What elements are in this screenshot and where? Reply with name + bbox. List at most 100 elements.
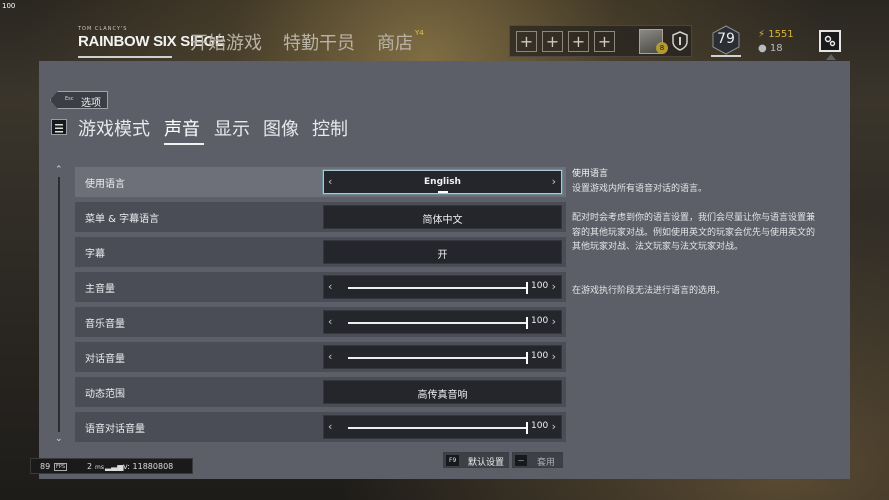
description-paragraph: 在游戏执行阶段无法进行语言的选用。 bbox=[572, 286, 726, 296]
slider-thumb[interactable] bbox=[526, 352, 528, 364]
chevron-left-icon[interactable]: ‹ bbox=[328, 420, 332, 433]
level-number: 79 bbox=[717, 31, 735, 47]
chevron-left-icon[interactable]: ‹ bbox=[328, 350, 332, 363]
setting-label: 音乐音量 bbox=[85, 319, 125, 330]
setting-label: 菜单 & 字幕语言 bbox=[85, 214, 160, 225]
top-bar: TOM CLANCY'S RAINBOW SIX SIEGE 开始游戏 特勤干员… bbox=[0, 0, 889, 62]
chevron-right-icon[interactable]: › bbox=[552, 280, 556, 293]
invite-slot-button[interactable]: + bbox=[594, 31, 615, 52]
music-volume-slider[interactable]: ‹ 100 › bbox=[323, 310, 562, 334]
dialogue-volume-slider[interactable]: ‹ 100 › bbox=[323, 345, 562, 369]
setting-row-subtitles[interactable]: 字幕 开 bbox=[75, 237, 566, 267]
language-selector[interactable]: ‹ English › bbox=[323, 170, 562, 194]
master-volume-slider[interactable]: ‹ 100 › bbox=[323, 275, 562, 299]
voice-chat-volume-slider[interactable]: ‹ 100 › bbox=[323, 415, 562, 439]
scrollbar[interactable]: ⌃ ⌄ bbox=[55, 165, 63, 444]
squad-panel: + + + + 8 bbox=[509, 25, 692, 57]
version-label: v: 11880808 bbox=[123, 462, 174, 471]
back-button[interactable]: Esc 选项 bbox=[50, 91, 108, 109]
slider-track[interactable] bbox=[348, 287, 528, 289]
slider-value: 100 bbox=[531, 351, 549, 361]
setting-row-voice-chat-volume[interactable]: 语音对话音量 ‹ 100 › bbox=[75, 412, 566, 442]
nav-operators-label: 特勤干员 bbox=[283, 33, 355, 54]
invite-slot-button[interactable]: + bbox=[568, 31, 589, 52]
scroll-track-line[interactable] bbox=[58, 177, 60, 432]
chevron-right-icon[interactable]: › bbox=[552, 350, 556, 363]
settings-button[interactable] bbox=[819, 30, 841, 52]
setting-row-dialogue-volume[interactable]: 对话音量 ‹ 100 › bbox=[75, 342, 566, 372]
slider-thumb[interactable] bbox=[526, 317, 528, 329]
tab-sound[interactable]: 声音 bbox=[164, 115, 200, 141]
logo-underline bbox=[78, 56, 172, 58]
slider-value: 100 bbox=[531, 316, 549, 326]
setting-row-master-volume[interactable]: 主音量 ‹ 100 › bbox=[75, 272, 566, 302]
menu-language-value[interactable]: 简体中文 bbox=[323, 205, 562, 229]
renown-balance: ⚡ 1551 bbox=[758, 29, 794, 40]
setting-row-dynamic-range[interactable]: 动态范围 高传真音响 bbox=[75, 377, 566, 407]
fps-counter: 89 bbox=[40, 462, 51, 471]
renown-value: 1551 bbox=[768, 29, 794, 40]
nav-operators[interactable]: 特勤干员 bbox=[283, 29, 355, 55]
setting-value: 简体中文 bbox=[422, 215, 463, 226]
player-level[interactable]: 79 bbox=[711, 25, 741, 57]
gear-icon bbox=[824, 35, 836, 47]
options-panel: Esc 选项 游戏模式 声音 显示 图像 控制 ⌃ ⌄ 使用语言 ‹ Engli… bbox=[39, 61, 850, 479]
setting-label: 使用语言 bbox=[85, 179, 125, 190]
tab-display[interactable]: 显示 bbox=[214, 115, 250, 141]
slider-track[interactable] bbox=[348, 427, 528, 429]
tab-game-mode[interactable]: 游戏模式 bbox=[78, 115, 150, 141]
scroll-down-icon[interactable]: ⌄ bbox=[55, 434, 63, 444]
invite-slot-button[interactable]: + bbox=[516, 31, 537, 52]
esc-key-chip: Esc bbox=[65, 96, 74, 102]
description-title: 使用语言 bbox=[572, 169, 609, 179]
setting-row-menu-language[interactable]: 菜单 & 字幕语言 简体中文 bbox=[75, 202, 566, 232]
dynamic-range-value[interactable]: 高传真音响 bbox=[323, 380, 562, 404]
chevron-left-icon[interactable]: ‹ bbox=[328, 315, 332, 328]
invite-slot-button[interactable]: + bbox=[542, 31, 563, 52]
setting-value: 开 bbox=[437, 250, 448, 261]
tab-controls[interactable]: 控制 bbox=[312, 115, 348, 141]
ping-value: 2 bbox=[87, 462, 93, 471]
chevron-right-icon[interactable]: › bbox=[552, 315, 556, 328]
setting-label: 语音对话音量 bbox=[85, 424, 145, 435]
slider-track[interactable] bbox=[348, 357, 528, 359]
setting-row-music-volume[interactable]: 音乐音量 ‹ 100 › bbox=[75, 307, 566, 337]
reset-defaults-label: 默认设置 bbox=[468, 458, 505, 468]
selector-indicator bbox=[438, 191, 448, 193]
active-tab-underline bbox=[164, 143, 204, 145]
slider-value: 100 bbox=[531, 421, 549, 431]
game-logo: TOM CLANCY'S RAINBOW SIX SIEGE bbox=[78, 26, 225, 58]
setting-label: 动态范围 bbox=[85, 389, 125, 400]
fps-icon: FPS bbox=[54, 463, 68, 471]
setting-label: 字幕 bbox=[85, 249, 105, 260]
reset-defaults-button[interactable]: F9 默认设置 bbox=[443, 452, 509, 468]
slider-thumb[interactable] bbox=[526, 282, 528, 294]
subtitles-toggle[interactable]: 开 bbox=[323, 240, 562, 264]
setting-row-voice-language[interactable]: 使用语言 ‹ English › bbox=[75, 167, 566, 197]
nav-store[interactable]: 商店 Y4 bbox=[377, 29, 424, 55]
description-paragraph: 设置游戏内所有语音对话的语言。 bbox=[572, 184, 708, 194]
slider-track[interactable] bbox=[348, 322, 528, 324]
scroll-up-icon[interactable]: ⌃ bbox=[55, 165, 63, 175]
chevron-right-icon[interactable]: › bbox=[552, 175, 556, 188]
renown-icon: ⚡ bbox=[758, 29, 769, 40]
slider-thumb[interactable] bbox=[526, 422, 528, 434]
settings-pointer bbox=[826, 54, 836, 60]
tab-graphics[interactable]: 图像 bbox=[263, 115, 299, 141]
chevron-right-icon[interactable]: › bbox=[552, 420, 556, 433]
shield-icon bbox=[672, 31, 688, 51]
nav-play[interactable]: 开始游戏 bbox=[190, 29, 262, 55]
apply-button[interactable]: — 套用 bbox=[512, 452, 563, 468]
sliders-icon bbox=[51, 119, 67, 135]
logo-top-text: TOM CLANCY'S bbox=[78, 26, 128, 32]
signal-icon: ▂▃▅ bbox=[105, 462, 124, 471]
description-paragraph: 配对时会考虑到你的语言设置，我们会尽量让你与语言设置兼容的其他玩家对战。例如使用… bbox=[572, 213, 816, 252]
setting-label: 对话音量 bbox=[85, 354, 125, 365]
chevron-left-icon[interactable]: ‹ bbox=[328, 280, 332, 293]
setting-label: 主音量 bbox=[85, 284, 115, 295]
nav-play-label: 开始游戏 bbox=[190, 33, 262, 54]
credits-balance: ● 18 bbox=[758, 43, 783, 54]
store-season-badge: Y4 bbox=[415, 29, 424, 37]
apply-label: 套用 bbox=[537, 458, 556, 468]
credits-value: 18 bbox=[769, 43, 783, 54]
